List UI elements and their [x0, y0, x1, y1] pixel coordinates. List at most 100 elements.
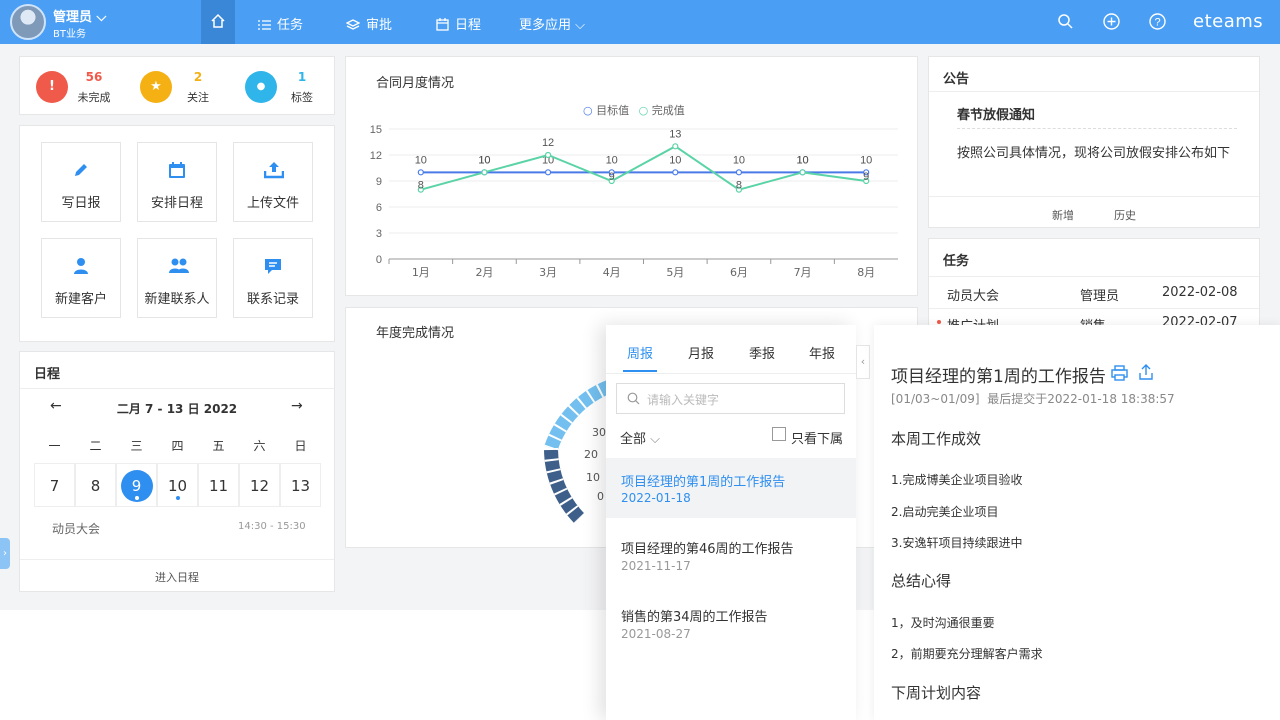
data-label: 10: [606, 154, 618, 166]
chevron-down-icon: ⌵: [571, 18, 586, 33]
pencil-icon: [75, 164, 87, 176]
report-item-title[interactable]: 项目经理的第1周的工作报告: [621, 471, 785, 490]
alert-icon[interactable]: !: [36, 71, 68, 103]
search-icon[interactable]: [1057, 13, 1073, 29]
contact-record-button[interactable]: 联系记录: [233, 238, 313, 318]
list-icon: [258, 20, 271, 30]
section-item: 1.完成博美企业项目验收: [891, 473, 1023, 487]
arrange-schedule-button[interactable]: 安排日程: [137, 142, 217, 222]
prev-week-button[interactable]: ←: [50, 398, 62, 414]
nav-more-apps[interactable]: 更多应用 ⌵: [519, 14, 585, 33]
upload-file-label: 上传文件: [246, 196, 299, 211]
nav-task[interactable]: 任务: [258, 14, 303, 33]
users-icon: [169, 258, 189, 273]
data-point: [735, 169, 743, 176]
divider: [957, 128, 1237, 129]
section-heading: 本周工作成效: [891, 430, 982, 448]
data-point: [417, 169, 424, 176]
event-dot: [176, 496, 180, 500]
event-dot: [135, 496, 139, 500]
tab-quarterly[interactable]: 季报: [749, 343, 775, 362]
report-item-title[interactable]: 项目经理的第46周的工作报告: [621, 538, 794, 557]
divider: [929, 91, 1259, 92]
notice-card: 公告 春节放假通知 按照公司具体情况，现将公司放假安排公布如下 新增 历史: [928, 56, 1260, 228]
notice-item-body: 按照公司具体情况，现将公司放假安排公布如下: [957, 146, 1231, 161]
user-menu[interactable]: 管理员 ⌵: [53, 6, 106, 25]
x-tick-label: 1月: [412, 266, 430, 279]
new-customer-button[interactable]: 新建客户: [41, 238, 121, 318]
data-point: [799, 169, 806, 176]
calendar-day[interactable]: 12: [239, 463, 280, 507]
task-card: 任务 动员大会 管理员 2022-02-08 推广计划 销售 2022-02-0…: [928, 238, 1260, 334]
calendar-day[interactable]: 13: [280, 463, 321, 507]
nav-approval[interactable]: 审批: [345, 14, 393, 33]
search-input[interactable]: 请输入关键字: [616, 383, 845, 414]
contact-record-label: 联系记录: [246, 292, 299, 307]
only-subordinate-checkbox[interactable]: [772, 427, 786, 441]
x-tick-label: 5月: [666, 266, 684, 279]
data-label: 10: [796, 154, 808, 166]
data-label: 9: [609, 171, 615, 183]
filter-dropdown[interactable]: 全部 ⌵: [620, 428, 660, 447]
home-button[interactable]: [201, 0, 235, 44]
notice-history-link[interactable]: 历史: [1114, 207, 1136, 223]
notice-add-link[interactable]: 新增: [1052, 207, 1074, 223]
add-icon[interactable]: [1103, 13, 1120, 30]
tab-weekly[interactable]: 周报: [627, 343, 653, 362]
weekday-label: 四: [171, 439, 184, 453]
enter-schedule-link[interactable]: 进入日程: [20, 569, 334, 585]
tag-icon[interactable]: ●: [245, 71, 277, 103]
next-week-button[interactable]: →: [291, 398, 303, 414]
task-title: 任务: [943, 254, 970, 269]
help-icon[interactable]: ?: [1149, 13, 1166, 30]
weekday-label: 日: [294, 439, 307, 453]
home-icon: [211, 13, 225, 28]
brand-logo[interactable]: eteams: [1193, 11, 1263, 32]
report-item-title[interactable]: 销售的第34周的工作报告: [621, 606, 768, 625]
upload-file-button[interactable]: 上传文件: [233, 142, 313, 222]
nav-approval-label: 审批: [366, 18, 393, 33]
collapse-panel-button[interactable]: ‹: [856, 345, 870, 379]
divider: [20, 388, 334, 389]
calendar-day[interactable]: 10: [157, 463, 198, 507]
calendar-day-selected[interactable]: 9: [116, 463, 157, 507]
data-label: 10: [415, 154, 427, 166]
calendar-day[interactable]: 8: [75, 463, 116, 507]
schedule-card: 日程 ← 二月 7 - 13 日 2022 → 一 二 三 四 五 六 日 7 …: [19, 351, 335, 592]
upload-icon: [264, 162, 284, 179]
tab-monthly[interactable]: 月报: [688, 343, 714, 362]
nav-schedule[interactable]: 日程: [436, 14, 481, 33]
share-icon[interactable]: [1138, 364, 1154, 380]
task-row-date: 2022-02-08: [1162, 285, 1238, 300]
write-daily-button[interactable]: 写日报: [41, 142, 121, 222]
tab-yearly[interactable]: 年报: [809, 343, 835, 362]
task-row-name[interactable]: 动员大会: [947, 285, 999, 304]
gauge-tick: 30: [592, 426, 606, 439]
divider: [20, 559, 334, 560]
search-placeholder: 请输入关键字: [647, 393, 720, 407]
calendar-day[interactable]: 7: [34, 463, 75, 507]
tag-count[interactable]: 1: [282, 70, 322, 84]
section-item: 2，前期要充分理解客户需求: [891, 647, 1043, 661]
avatar[interactable]: [10, 4, 46, 40]
y-tick-label: 3: [376, 228, 382, 240]
calendar-day[interactable]: 11: [198, 463, 239, 507]
new-contact-label: 新建联系人: [144, 292, 210, 307]
follow-count[interactable]: 2: [178, 70, 218, 84]
new-contact-button[interactable]: 新建联系人: [137, 238, 217, 318]
print-icon[interactable]: [1111, 365, 1128, 381]
nav-schedule-label: 日程: [455, 18, 482, 33]
user-dept: BT业务: [53, 29, 86, 40]
weekday-label: 二: [89, 439, 102, 453]
y-tick-label: 6: [376, 202, 382, 214]
active-tab-indicator: [623, 370, 657, 372]
star-icon[interactable]: ★: [140, 71, 172, 103]
calendar-icon: [169, 162, 185, 178]
chevron-down-icon: ⌵: [92, 10, 107, 25]
report-meta: [01/03~01/09] 最后提交于2022-01-18 18:38:57: [891, 392, 1175, 406]
event-title[interactable]: 动员大会: [52, 520, 100, 537]
unfinished-count[interactable]: 56: [74, 70, 114, 84]
notice-item-title[interactable]: 春节放假通知: [957, 104, 1035, 123]
side-drawer-handle[interactable]: ›: [0, 538, 10, 569]
section-item: 3.安逸轩项目持续跟进中: [891, 536, 1023, 550]
